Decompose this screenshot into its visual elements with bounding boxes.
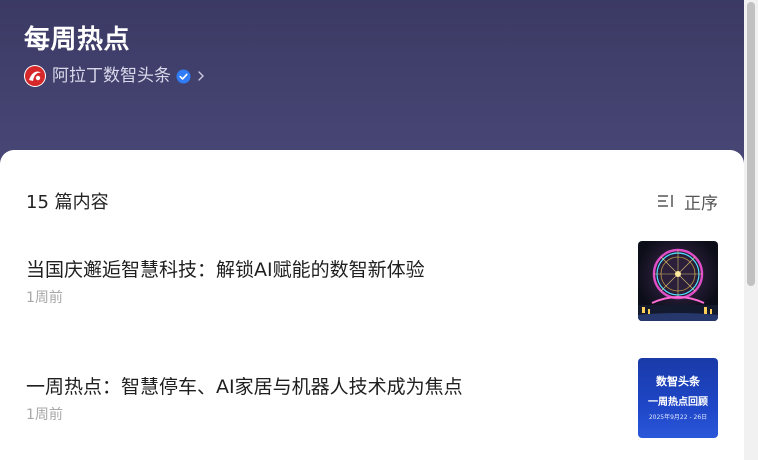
chevron-right-icon [197,70,205,82]
list-item[interactable]: 当国庆邂逅智慧科技：解锁AI赋能的数智新体验 1周前 [26,241,718,323]
scrollbar-thumb[interactable] [747,2,755,286]
article-list-card: 15 篇内容 正序 当国庆邂逅智慧科技：解锁AI赋能的数智新体验 1周前 一周热… [0,150,744,460]
article-title: 一周热点：智慧停车、AI家居与机器人技术成为焦点 [26,376,463,398]
thumbnail-date: 2025年9月22 - 26日 [648,414,708,421]
author-logo-icon [24,65,46,87]
article-thumbnail: 数智头条 一周热点回顾 2025年9月22 - 26日 [638,358,718,438]
verified-badge-icon [176,69,191,84]
sort-icon [658,195,673,207]
article-count: 15 篇内容 [26,192,109,213]
article-collection-page: 每周热点 阿拉丁数智头条 15 篇内容 正序 当国庆邂逅智慧科技：解锁AI赋能的… [0,0,758,460]
article-time: 1周前 [26,290,63,306]
scrollbar[interactable] [744,0,758,460]
thumbnail-title: 数智头条 [656,375,700,388]
thumbnail-subtitle: 一周热点回顾 [648,397,708,408]
page-title: 每周热点 [24,25,131,55]
list-header: 15 篇内容 正序 [26,188,718,214]
author-link[interactable]: 阿拉丁数智头条 [24,62,724,90]
sort-label: 正序 [684,193,718,214]
author-name: 阿拉丁数智头条 [52,66,171,86]
sort-toggle-button[interactable]: 正序 [657,189,718,214]
article-time: 1周前 [26,407,63,423]
article-title: 当国庆邂逅智慧科技：解锁AI赋能的数智新体验 [26,259,425,281]
header: 每周热点 阿拉丁数智头条 [24,22,724,90]
article-thumbnail [638,241,718,321]
list-item[interactable]: 一周热点：智慧停车、AI家居与机器人技术成为焦点 1周前 数智头条 一周热点回顾… [26,358,718,440]
